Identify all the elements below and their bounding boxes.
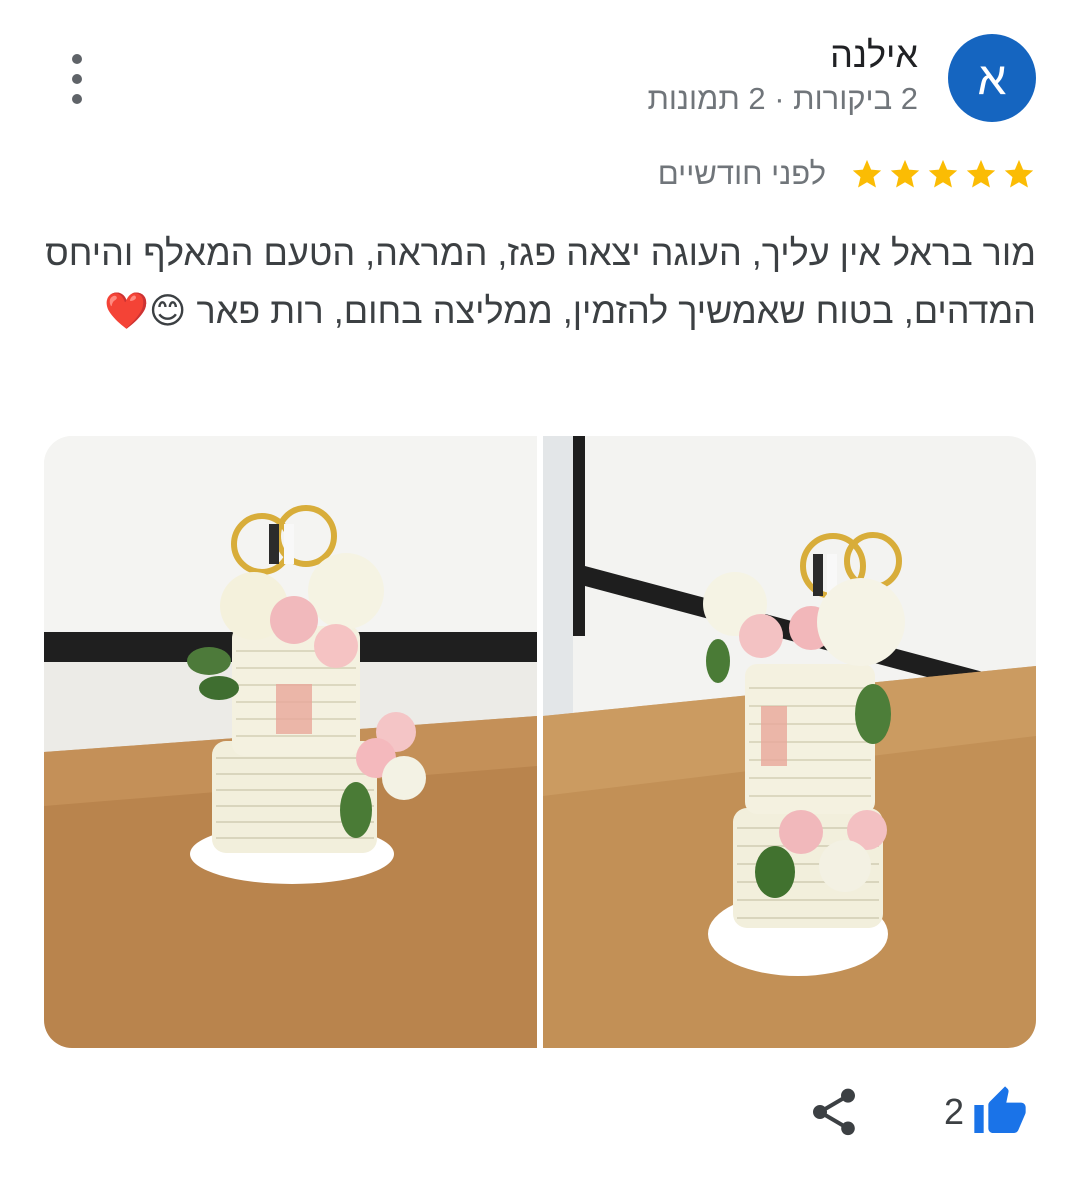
review-photo-1[interactable] [44,436,537,1048]
rating-row: לפני חודשיים [658,152,1036,196]
reviewer-meta: 2 ביקורות · 2 תמונות [647,81,918,116]
review-text: מור בראל אין עליך, העוגה יצאה פגז, המראה… [45,232,1036,331]
cake-photo-1-image [44,436,537,1048]
more-vert-icon-dot-2 [72,74,82,84]
star-icon [852,159,882,188]
star-icon [966,159,996,188]
like-button[interactable]: 2 [944,1080,1028,1144]
like-count: 2 [944,1091,965,1132]
more-vert-icon-dot-3 [72,94,82,104]
share-icon [813,1088,855,1136]
star-icon [928,159,958,188]
star-rating [850,157,1036,191]
star-icon [1004,159,1034,188]
review-photo-2[interactable] [543,436,1036,1048]
thumb-up-icon [974,1086,1026,1133]
cake-photo-2-image [543,436,1036,1048]
more-options-button[interactable] [58,54,96,104]
reviewer-name[interactable]: אילנה [830,34,918,76]
review-photos [44,436,1036,1048]
more-vert-icon [72,54,82,64]
review-time: לפני חודשיים [657,156,826,191]
reviewer-avatar[interactable]: א [948,34,1036,122]
share-button[interactable] [806,1084,862,1140]
star-icon [890,159,920,188]
